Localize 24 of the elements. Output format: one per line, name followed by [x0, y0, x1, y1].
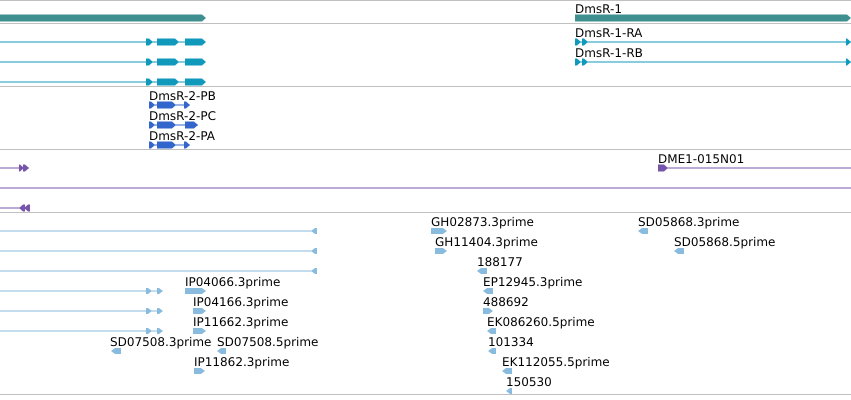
feature-label: DmsR-2-PB: [149, 89, 216, 103]
feature-label: DME1-015N01: [658, 152, 744, 166]
feature-label: EP12945.3prime: [483, 275, 582, 289]
feature-label: 150530: [506, 375, 552, 389]
feature-label: DmsR-2-PC: [149, 109, 216, 123]
feature-label: GH11404.3prime: [435, 235, 538, 249]
feature-label: DmsR-1-RB: [575, 46, 643, 60]
feature-label: EK112055.5prime: [502, 355, 610, 369]
feature-label: GH02873.3prime: [431, 215, 534, 229]
feature-label: EK086260.5prime: [487, 315, 595, 329]
feature-label: IP11662.3prime: [193, 315, 288, 329]
feature-label: SD07508.3prime: [110, 335, 212, 349]
feature-label: IP11862.3prime: [194, 355, 290, 369]
feature-label: DmsR-1: [575, 2, 622, 16]
feature-label: IP04166.3prime: [193, 295, 288, 309]
feature-label: DmsR-1-RA: [575, 26, 642, 40]
feature-label: 488692: [483, 295, 529, 309]
feature-label: IP04066.3prime: [185, 275, 280, 289]
feature-label: SD05868.3prime: [638, 215, 740, 229]
feature-label: SD05868.5prime: [674, 235, 776, 249]
feature-label: 188177: [477, 255, 523, 269]
feature-label: SD07508.5prime: [217, 335, 318, 349]
feature-label: 101334: [488, 335, 534, 349]
feature-label: DmsR-2-PA: [149, 129, 216, 143]
